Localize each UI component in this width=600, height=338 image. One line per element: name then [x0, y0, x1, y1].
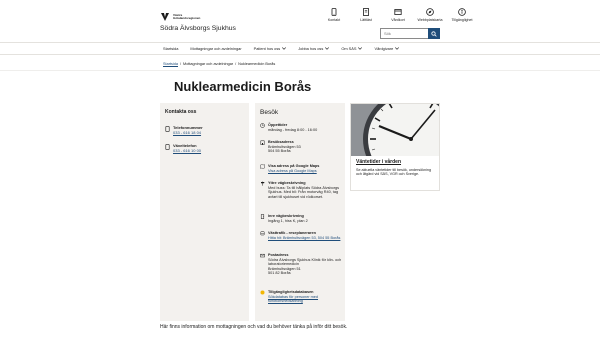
visit-map: Visa adress på Google Maps Visa adress på… [260, 164, 342, 173]
visit-hours: Öppettider måndag - fredag 8:00 - 16:00 [260, 123, 342, 132]
search-input[interactable] [380, 28, 428, 39]
top-link-label: Vårdkort [391, 18, 405, 22]
map-link[interactable]: Visa adress på Google Maps [268, 169, 319, 174]
top-link-label: Kontakt [327, 18, 341, 22]
chevron-down-icon [325, 47, 330, 50]
top-link-lattlast[interactable]: Lättläst [354, 8, 378, 22]
signpost-icon [261, 181, 265, 186]
visit-inner: Inre vägbeskrivning Ingång 1, hiss K, pla… [260, 214, 342, 223]
top-link-kontakt[interactable]: Kontakt [322, 8, 346, 22]
nav-item-startsida[interactable]: Startsida [163, 46, 178, 51]
nav-item-mottagningar[interactable]: Mottagningar och avdelningar [190, 46, 241, 51]
nav-item-label: Vårdgivare [374, 46, 394, 51]
nav-item-label: Om SÄS [341, 46, 357, 51]
nav-item-jobba[interactable]: Jobba hos oss [298, 46, 330, 51]
inner-text: Ingång 1, hiss K, plan 2 [268, 218, 308, 223]
chevron-down-icon [282, 47, 287, 50]
main-nav: Startsida Mottagningar och avdelningar P… [0, 42, 600, 55]
clock-icon [260, 123, 265, 128]
phone-icon [165, 144, 170, 150]
post-line1: Södra Älvsborgs Sjukhus Klinik för klin-… [268, 257, 342, 267]
visit-heading: Besök [260, 109, 279, 116]
visit-directions: Yttre vägbeskrivning Med buss: Ta till hå… [260, 181, 342, 199]
search-button[interactable] [428, 28, 440, 39]
contact-phone-value[interactable]: 033 - 616 18 04 [173, 130, 203, 135]
clock-image [351, 104, 439, 156]
card-icon [394, 9, 402, 15]
nav-item-label: Mottagningar och avdelningar [190, 46, 242, 51]
bus-icon [260, 231, 265, 236]
top-link-vardkort[interactable]: Vårdkort [386, 8, 410, 22]
breadcrumb-current: Nuklearmedicin Borås [238, 62, 276, 66]
address-line2: 504 55 Borås [268, 149, 291, 154]
visit-transit: Västtrafik - reseplaneraren Hitta hit: Br… [260, 231, 342, 240]
top-link-webbplatskarta[interactable]: Webbplatskarta [418, 8, 442, 22]
contact-switchboard: Växeltelefon 033 - 616 10 00 [165, 143, 201, 153]
visit-accessibility: Tillgänglighetsdatabasen Sökdatabas för p… [260, 290, 342, 304]
breadcrumb-link[interactable]: Startsida [163, 62, 178, 66]
card-title[interactable]: Väntetider i vården [356, 159, 401, 165]
visit-address: Besöksadress Brämhultsvägen 53 504 55 Borå… [260, 140, 342, 154]
nav-item-om-sas[interactable]: Om SÄS [341, 46, 363, 51]
phone-icon [331, 8, 337, 16]
post-line3: 501 82 Borås [268, 271, 291, 276]
phone-icon [165, 126, 170, 132]
contact-phone: Telefonnummer 033 - 616 18 04 [165, 125, 203, 135]
book-icon [363, 8, 369, 16]
card-text: Se aktuella väntetider till besök, under… [356, 168, 432, 177]
access-link[interactable]: Sökdatabas för personer med funktionsned… [268, 295, 342, 304]
contact-panel: Kontakta oss Telefonnummer 033 - 616 18 … [160, 103, 249, 321]
search-icon [431, 30, 437, 37]
top-link-tillganglighet[interactable]: Tillgänglighet [450, 8, 474, 22]
chevron-down-icon [358, 47, 363, 50]
envelope-icon [260, 253, 265, 258]
top-link-label: Lättläst [360, 18, 372, 22]
nav-item-patient[interactable]: Patient hos oss [254, 46, 287, 51]
top-links: Kontakt Lättläst Vårdkort Webbplatskarta… [322, 8, 482, 22]
top-link-label: Webbplatskarta [417, 18, 443, 22]
divider [0, 70, 600, 71]
intro-text: Här finns information om mottagningen oc… [160, 324, 348, 330]
top-link-label: Tillgänglighet [451, 18, 473, 22]
compass-icon [426, 8, 434, 16]
nav-item-vardgivare[interactable]: Vårdgivare [374, 46, 400, 51]
directions-text: Med buss: Ta till hållplats Södra Älvsbo… [268, 185, 340, 199]
inner-label: Inre vägbeskrivning [268, 214, 304, 218]
sun-icon [260, 290, 265, 295]
logo-text: Västra Götalandsregionen [173, 12, 201, 20]
page-title: Nuklearmedicin Borås [174, 79, 312, 94]
site-name[interactable]: Södra Älvsborgs Sjukhus [160, 25, 236, 32]
site-header: Västra Götalandsregionen Södra Älvsborgs… [0, 0, 600, 42]
search-box [380, 28, 440, 39]
hours-value: måndag - fredag 8:00 - 16:00 [268, 127, 318, 132]
breadcrumb-separator: / [179, 62, 182, 66]
breadcrumb-separator: / [235, 62, 237, 66]
nav-item-label: Jobba hos oss [298, 46, 324, 51]
chevron-down-icon [395, 47, 400, 50]
breadcrumb-item[interactable]: Mottagningar och avdelningar [183, 62, 233, 66]
logo[interactable]: Västra Götalandsregionen [160, 12, 201, 22]
breadcrumb: Startsida / Mottagningar och avdelningar… [163, 62, 275, 66]
contact-switchboard-value[interactable]: 033 - 616 10 00 [173, 148, 201, 153]
nav-item-label: Patient hos oss [253, 46, 281, 51]
logo-icon [161, 13, 169, 21]
nav-item-label: Startsida [163, 46, 179, 51]
visit-post: Postadress Södra Älvsborgs Sjukhus Klinik… [260, 253, 342, 276]
contact-heading: Kontakta oss [165, 109, 197, 115]
map-icon [260, 164, 265, 169]
visit-panel: Besök Öppettider måndag - fredag 8:00 - 1… [255, 103, 345, 321]
accessibility-icon [458, 8, 466, 16]
door-icon [260, 214, 265, 219]
waiting-times-card[interactable]: Väntetider i vården Se aktuella väntetid… [350, 103, 440, 191]
transit-link[interactable]: Hitta hit: Brämhultsvägen 53, 504 55 Bor… [268, 236, 340, 241]
map-label: Visa adress på Google Maps [268, 164, 320, 168]
building-icon [260, 140, 265, 145]
